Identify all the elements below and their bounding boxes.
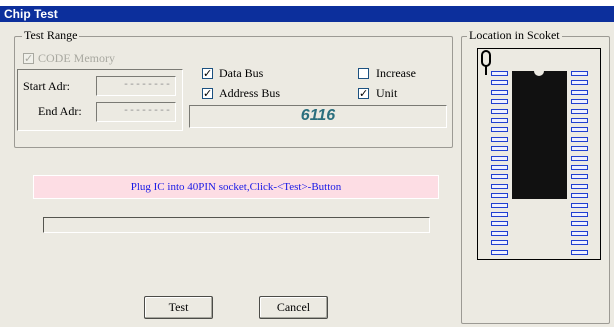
cancel-button[interactable]: Cancel bbox=[259, 296, 328, 319]
socket-pin bbox=[571, 155, 588, 161]
code-memory-checkbox[interactable]: ✓ bbox=[23, 53, 34, 64]
chip-name-display: 6116 bbox=[189, 105, 447, 128]
socket-pin bbox=[571, 89, 588, 95]
socket-pin bbox=[491, 212, 508, 217]
socket-pin bbox=[571, 202, 588, 208]
dialog-body: Test Range ✓ CODE Memory Start Adr: ----… bbox=[0, 22, 614, 327]
socket-pin bbox=[571, 249, 588, 255]
data-bus-checkbox[interactable]: ✓ bbox=[202, 68, 213, 79]
start-addr-label: Start Adr: bbox=[23, 79, 70, 93]
socket-pin bbox=[491, 136, 508, 142]
socket-pin bbox=[571, 165, 588, 170]
socket-pin bbox=[491, 146, 508, 152]
socket-pin bbox=[571, 221, 588, 227]
socket-pin bbox=[571, 136, 588, 142]
socket-pin bbox=[491, 155, 508, 161]
address-bus-label: Address Bus bbox=[219, 86, 281, 100]
unit-label: Unit bbox=[376, 86, 398, 100]
socket-pin bbox=[571, 80, 588, 86]
data-bus-label: Data Bus bbox=[219, 66, 264, 80]
window-title-bar[interactable]: Chip Test bbox=[0, 6, 614, 22]
socket-pin bbox=[491, 89, 508, 95]
address-bus-checkbox[interactable]: ✓ bbox=[202, 88, 213, 99]
socket-pins-right bbox=[571, 71, 588, 321]
socket-pin bbox=[571, 174, 588, 180]
ic-chip-notch bbox=[534, 70, 544, 76]
socket-lever-arm bbox=[485, 66, 487, 75]
end-addr-field[interactable]: -------- bbox=[96, 102, 176, 122]
socket-pin bbox=[491, 230, 508, 236]
code-memory-label: CODE Memory bbox=[38, 51, 115, 65]
socket-pin bbox=[571, 230, 588, 236]
socket-pin bbox=[571, 183, 588, 189]
ic-chip bbox=[512, 70, 567, 199]
socket-pin bbox=[571, 212, 588, 217]
socket-pin bbox=[571, 193, 588, 199]
socket-legend: Location in Scoket bbox=[467, 28, 562, 42]
end-addr-label: End Adr: bbox=[38, 104, 82, 118]
window-title: Chip Test bbox=[4, 7, 58, 21]
increase-checkbox[interactable] bbox=[358, 68, 369, 79]
socket-pin bbox=[491, 99, 508, 105]
test-range-legend: Test Range bbox=[22, 28, 80, 42]
socket-pin bbox=[571, 127, 588, 133]
socket-pin bbox=[491, 221, 508, 227]
test-button[interactable]: Test bbox=[144, 296, 213, 319]
socket-pin bbox=[491, 127, 508, 133]
socket-pin bbox=[491, 165, 508, 170]
socket-pin bbox=[491, 118, 508, 123]
socket-lever bbox=[481, 50, 491, 67]
socket-pin bbox=[491, 80, 508, 86]
socket-pin bbox=[491, 108, 508, 114]
increase-label: Increase bbox=[376, 66, 416, 80]
socket-pin bbox=[491, 202, 508, 208]
socket-pin bbox=[571, 146, 588, 152]
test-progress-bar bbox=[43, 217, 430, 233]
socket-pin bbox=[491, 249, 508, 255]
socket-pin bbox=[491, 71, 508, 76]
socket-pin bbox=[491, 174, 508, 180]
socket-pin bbox=[491, 183, 508, 189]
socket-pins-left bbox=[491, 71, 508, 321]
socket-pin bbox=[571, 99, 588, 105]
status-message: Plug IC into 40PIN socket,Click-<Test>-B… bbox=[33, 175, 439, 199]
socket-pin bbox=[571, 108, 588, 114]
start-addr-field[interactable]: -------- bbox=[96, 76, 176, 96]
socket-pin bbox=[491, 240, 508, 246]
socket-pin bbox=[571, 118, 588, 123]
socket-pin bbox=[571, 240, 588, 246]
socket-pin bbox=[571, 71, 588, 76]
unit-checkbox[interactable]: ✓ bbox=[358, 88, 369, 99]
socket-pin bbox=[491, 193, 508, 199]
